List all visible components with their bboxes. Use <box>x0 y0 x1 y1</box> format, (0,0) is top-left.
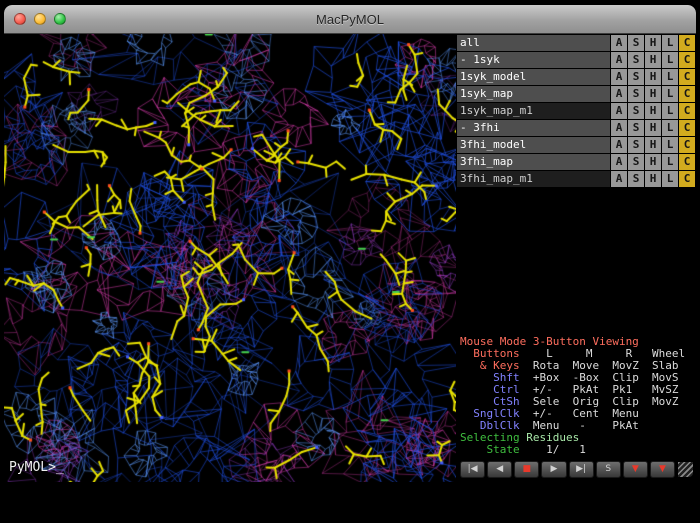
show-button[interactable]: S <box>628 120 644 136</box>
minimize-button[interactable] <box>34 13 46 25</box>
title-bar[interactable]: MacPyMOL <box>4 5 696 34</box>
action-button[interactable]: A <box>611 137 627 153</box>
object-row-name[interactable]: 1syk_map_m1 <box>457 103 610 119</box>
loop-button[interactable]: ▼ <box>623 461 648 478</box>
close-button[interactable] <box>14 13 26 25</box>
label-button[interactable]: L <box>662 86 678 102</box>
object-row: 3fhi_modelASHLC <box>457 137 695 153</box>
3d-viewport[interactable]: PyMOL>_ <box>4 34 456 482</box>
macpymol-window: MacPyMOL PyMOL>_ allASHLC- 1sykASHLC1syk… <box>4 5 696 482</box>
label-button[interactable]: L <box>662 120 678 136</box>
show-button[interactable]: S <box>628 86 644 102</box>
object-row: 3fhi_mapASHLC <box>457 154 695 170</box>
mode-button[interactable]: ▼ <box>650 461 675 478</box>
label-button[interactable]: L <box>662 137 678 153</box>
action-button[interactable]: A <box>611 154 627 170</box>
object-row-name[interactable]: 3fhi_model <box>457 137 610 153</box>
object-row-name[interactable]: - 1syk <box>457 52 610 68</box>
action-button[interactable]: A <box>611 103 627 119</box>
stop-button[interactable]: ■ <box>514 461 539 478</box>
window-content: PyMOL>_ allASHLC- 1sykASHLC1syk_modelASH… <box>4 34 696 482</box>
object-row: - 3fhiASHLC <box>457 120 695 136</box>
object-row: - 1sykASHLC <box>457 52 695 68</box>
color-button[interactable]: C <box>679 137 695 153</box>
panel-spacer <box>456 187 696 334</box>
action-button[interactable]: A <box>611 69 627 85</box>
s-button[interactable]: S <box>596 461 621 478</box>
hide-button[interactable]: H <box>645 35 661 51</box>
object-row-name[interactable]: 1syk_map <box>457 86 610 102</box>
hide-button[interactable]: H <box>645 154 661 170</box>
object-row-name[interactable]: all <box>457 35 610 51</box>
show-button[interactable]: S <box>628 103 644 119</box>
traffic-lights <box>14 5 66 33</box>
text-segment: State <box>460 443 520 456</box>
label-button[interactable]: L <box>662 52 678 68</box>
play-button[interactable]: ▶ <box>541 461 566 478</box>
object-row-name[interactable]: 1syk_model <box>457 69 610 85</box>
window-title: MacPyMOL <box>316 12 384 27</box>
object-row: 3fhi_map_m1ASHLC <box>457 171 695 187</box>
object-row: 1syk_map_m1ASHLC <box>457 103 695 119</box>
hide-button[interactable]: H <box>645 103 661 119</box>
vcr-controls: |◀◀■▶▶|S▼▼ <box>460 461 675 478</box>
action-button[interactable]: A <box>611 35 627 51</box>
object-row: 1syk_mapASHLC <box>457 86 695 102</box>
mouse-panel: Mouse Mode 3-Button Viewing Buttons L M … <box>456 334 696 457</box>
hide-button[interactable]: H <box>645 86 661 102</box>
color-button[interactable]: C <box>679 69 695 85</box>
text-segment: 1/ 1 <box>520 443 586 456</box>
molecule-render-canvas[interactable] <box>4 34 456 482</box>
object-row: allASHLC <box>457 35 695 51</box>
object-row-name[interactable]: 3fhi_map_m1 <box>457 171 610 187</box>
resize-grip[interactable] <box>678 462 693 477</box>
screen: { "window": { "title": "MacPyMOL" }, "vi… <box>0 0 700 523</box>
label-button[interactable]: L <box>662 154 678 170</box>
hide-button[interactable]: H <box>645 137 661 153</box>
label-button[interactable]: L <box>662 69 678 85</box>
vcr-bar: |◀◀■▶▶|S▼▼ <box>456 457 696 482</box>
show-button[interactable]: S <box>628 52 644 68</box>
object-row-name[interactable]: 3fhi_map <box>457 154 610 170</box>
object-row-name[interactable]: - 3fhi <box>457 120 610 136</box>
command-prompt[interactable]: PyMOL>_ <box>9 460 64 475</box>
state-line: State 1/ 1 <box>460 444 692 456</box>
show-button[interactable]: S <box>628 171 644 187</box>
seek-start-button[interactable]: |◀ <box>460 461 485 478</box>
color-button[interactable]: C <box>679 171 695 187</box>
zoom-button[interactable] <box>54 13 66 25</box>
step-back-button[interactable]: ◀ <box>487 461 512 478</box>
show-button[interactable]: S <box>628 154 644 170</box>
color-button[interactable]: C <box>679 52 695 68</box>
control-panel: allASHLC- 1sykASHLC1syk_modelASHLC1syk_m… <box>456 34 696 482</box>
label-button[interactable]: L <box>662 103 678 119</box>
hide-button[interactable]: H <box>645 120 661 136</box>
hide-button[interactable]: H <box>645 171 661 187</box>
color-button[interactable]: C <box>679 120 695 136</box>
seek-end-button[interactable]: ▶| <box>569 461 594 478</box>
color-button[interactable]: C <box>679 154 695 170</box>
hide-button[interactable]: H <box>645 52 661 68</box>
show-button[interactable]: S <box>628 35 644 51</box>
label-button[interactable]: L <box>662 171 678 187</box>
action-button[interactable]: A <box>611 86 627 102</box>
hide-button[interactable]: H <box>645 69 661 85</box>
action-button[interactable]: A <box>611 120 627 136</box>
color-button[interactable]: C <box>679 86 695 102</box>
object-list: allASHLC- 1sykASHLC1syk_modelASHLC1syk_m… <box>456 34 696 187</box>
show-button[interactable]: S <box>628 137 644 153</box>
label-button[interactable]: L <box>662 35 678 51</box>
color-button[interactable]: C <box>679 35 695 51</box>
action-button[interactable]: A <box>611 52 627 68</box>
action-button[interactable]: A <box>611 171 627 187</box>
object-row: 1syk_modelASHLC <box>457 69 695 85</box>
color-button[interactable]: C <box>679 103 695 119</box>
show-button[interactable]: S <box>628 69 644 85</box>
